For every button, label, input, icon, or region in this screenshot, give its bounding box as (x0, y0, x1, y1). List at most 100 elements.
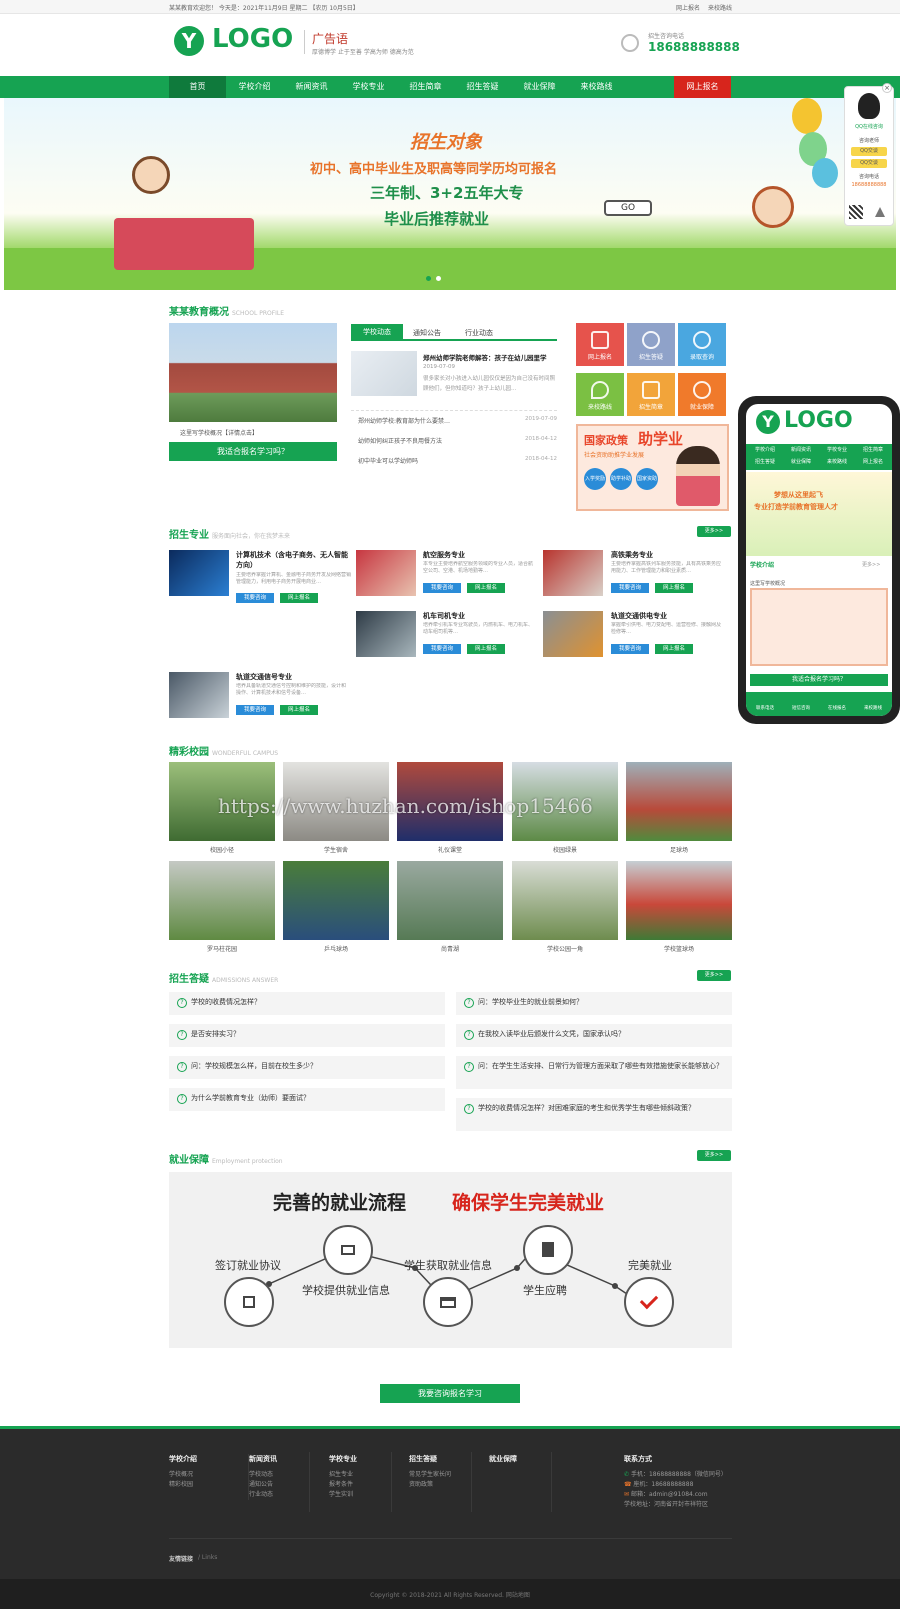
news-feature-title[interactable]: 郑州幼师学院老师解答：孩子在幼儿园里学 (423, 352, 558, 362)
nav-qa[interactable]: 招生答疑 (454, 76, 511, 98)
mobile-nav-item[interactable]: 就业保障 (784, 458, 818, 465)
major-image-railway[interactable] (543, 550, 603, 596)
mobile-policy-banner[interactable] (750, 588, 888, 666)
back-to-top-icon[interactable] (875, 207, 885, 217)
mobile-bottom-item[interactable]: 短信咨询 (784, 705, 818, 711)
close-icon[interactable]: × (882, 83, 892, 93)
mobile-banner[interactable]: 梦想从这里起飞 专业打造学前教育管理人才 (746, 472, 892, 556)
qa-item[interactable]: ? 问：在学生生活安排、日常行为管理方面采取了哪些有效措施使家长能够放心？ (456, 1056, 732, 1089)
suitability-button[interactable]: 我适合报名学习吗？ (169, 442, 337, 461)
mobile-bottom-item[interactable]: 在线报名 (820, 705, 854, 711)
qa-item[interactable]: ? 为什么学前教育专业（幼师）要面试？ (169, 1088, 445, 1111)
consult-enroll-button[interactable]: 我要咨询报名学习 (380, 1384, 520, 1403)
consult-button[interactable]: 我要咨询 (236, 593, 274, 603)
tab-school-news[interactable]: 学校动态 (351, 324, 403, 341)
tab-industry-news[interactable]: 行业动态 (465, 328, 493, 338)
campus-photo[interactable] (397, 861, 503, 940)
major-name[interactable]: 轨道交通供电专业 (611, 611, 727, 621)
mobile-more-link[interactable]: 更多>> (862, 561, 880, 568)
consult-button[interactable]: 我要咨询 (611, 583, 649, 593)
mobile-bottom-item[interactable]: 联系电话 (748, 705, 782, 711)
nav-about[interactable]: 学校介绍 (226, 76, 283, 98)
majors-more-button[interactable]: 更多>> (697, 526, 731, 537)
footer-link[interactable]: 通知公告 (249, 1480, 318, 1490)
slide-dot-2[interactable] (436, 276, 441, 281)
campus-photo[interactable] (626, 762, 732, 841)
footer-link[interactable]: 常见学生家长问 (409, 1470, 479, 1480)
major-name[interactable]: 轨道交通信号专业 (236, 672, 352, 682)
mobile-bottom-item[interactable]: 来校路线 (856, 705, 890, 711)
campus-photo[interactable] (512, 861, 618, 940)
nav-enroll-guide[interactable]: 招生简章 (397, 76, 454, 98)
nav-home[interactable]: 首页 (169, 76, 226, 98)
news-item-title[interactable]: 初中毕业可以学幼师吗 (358, 456, 418, 465)
news-item-title[interactable]: 郑州幼师学校:教育部为什么要禁… (358, 416, 450, 425)
major-name[interactable]: 高铁乘务专业 (611, 550, 727, 560)
nav-route[interactable]: 来校路线 (568, 76, 625, 98)
nav-news[interactable]: 新闻资讯 (283, 76, 340, 98)
major-image-power[interactable] (543, 611, 603, 657)
major-image-signal[interactable] (169, 672, 229, 718)
major-name[interactable]: 航空服务专业 (423, 550, 539, 560)
apply-button[interactable]: 网上报名 (280, 593, 318, 603)
campus-photo[interactable] (626, 861, 732, 940)
qq-chat-button-1[interactable]: QQ交谈 (851, 147, 887, 156)
major-name[interactable]: 机车司机专业 (423, 611, 539, 621)
major-image-aviation[interactable] (356, 550, 416, 596)
major-name[interactable]: 计算机技术（含电子商务、无人智能方向） (236, 550, 352, 570)
footer-link[interactable]: 资助政策 (409, 1480, 479, 1490)
qq-chat-button-2[interactable]: QQ交谈 (851, 159, 887, 168)
qa-item[interactable]: ? 学校的收费情况怎样？ (169, 992, 445, 1015)
apply-button[interactable]: 网上报名 (467, 644, 505, 654)
news-item-title[interactable]: 幼师如何纠正孩子不良用餐方法 (358, 436, 442, 445)
footer-link[interactable]: 报考条件 (329, 1480, 399, 1490)
apply-button[interactable]: 网上报名 (655, 583, 693, 593)
footer-link[interactable]: 招生专业 (329, 1470, 399, 1480)
tab-notices[interactable]: 通知公告 (413, 328, 441, 338)
qa-item[interactable]: ? 是否安排实习？ (169, 1024, 445, 1047)
mobile-nav-item[interactable]: 招生简章 (856, 446, 890, 453)
slide-dot-1[interactable] (426, 276, 431, 281)
consult-button[interactable]: 我要咨询 (611, 644, 649, 654)
nav-apply-online[interactable]: 网上报名 (674, 76, 731, 98)
tile-apply-online[interactable]: 网上报名 (576, 323, 624, 366)
school-building-image[interactable] (169, 323, 337, 422)
footer-link[interactable]: 学生实训 (329, 1490, 399, 1500)
logo-icon[interactable]: Y (174, 26, 204, 56)
nav-majors[interactable]: 学校专业 (340, 76, 397, 98)
major-image-locomotive[interactable] (356, 611, 416, 657)
logo-text[interactable]: LOGO (212, 24, 293, 54)
footer-link[interactable]: 行业动态 (249, 1490, 318, 1500)
qa-item[interactable]: ? 问：学校规模怎么样，目前在校生多少？ (169, 1056, 445, 1079)
consult-button[interactable]: 我要咨询 (423, 644, 461, 654)
mobile-suitability-bar[interactable]: 我适合报名学习吗？ (750, 674, 888, 686)
footer-link[interactable]: 学校概况 (169, 1470, 239, 1480)
mobile-nav-item[interactable]: 学校介绍 (748, 446, 782, 453)
consult-button[interactable]: 我要咨询 (423, 583, 461, 593)
profile-caption[interactable]: 这里写学校概况【详情点击】 (180, 428, 258, 437)
tile-enroll-qa[interactable]: 招生答疑 (627, 323, 675, 366)
qa-item[interactable]: ? 问：学校毕业生的就业前景如何？ (456, 992, 732, 1015)
mobile-nav-item[interactable]: 网上报名 (856, 458, 890, 465)
top-link-apply[interactable]: 网上报名 (676, 3, 700, 12)
consult-button[interactable]: 我要咨询 (236, 705, 274, 715)
qa-item[interactable]: ? 学校的收费情况怎样？对困难家庭的考生和优秀学生有哪些倾斜政策？ (456, 1098, 732, 1131)
employment-more-button[interactable]: 更多>> (697, 1150, 731, 1161)
footer-link[interactable]: 精彩校园 (169, 1480, 239, 1490)
mobile-nav-item[interactable]: 新闻资讯 (784, 446, 818, 453)
hero-banner[interactable]: GO 招生对象 初中、高中毕业生及职高等同学历均可报名 三年制、3+2五年大专 … (4, 98, 896, 290)
qa-item[interactable]: ? 在我校入读毕业后颁发什么文凭，国家承认吗？ (456, 1024, 732, 1047)
nav-employment[interactable]: 就业保障 (511, 76, 568, 98)
footer-link[interactable]: 学校动态 (249, 1470, 318, 1480)
news-feature-image[interactable] (351, 351, 417, 396)
apply-button[interactable]: 网上报名 (467, 583, 505, 593)
tile-route[interactable]: 来校路线 (576, 373, 624, 416)
qa-more-button[interactable]: 更多>> (697, 970, 731, 981)
tile-employment[interactable]: 就业保障 (678, 373, 726, 416)
campus-photo[interactable] (169, 861, 275, 940)
tile-admission-query[interactable]: 录取查询 (678, 323, 726, 366)
top-link-route[interactable]: 来校路线 (708, 3, 732, 12)
policy-banner[interactable]: 国家政策 助学业 社会资助助推学业发展 入学奖励 助学补助 国家资助 (576, 424, 729, 511)
mobile-nav-item[interactable]: 来校路线 (820, 458, 854, 465)
campus-photo[interactable] (283, 861, 389, 940)
